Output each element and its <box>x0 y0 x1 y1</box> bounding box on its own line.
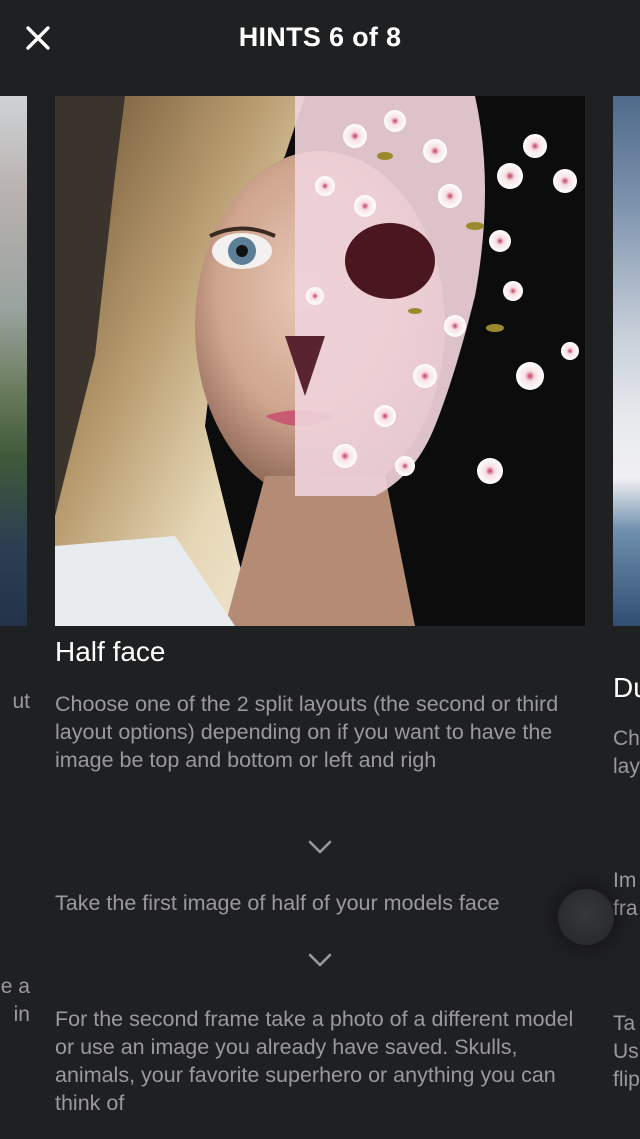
next-card-text: Us <box>613 1040 639 1063</box>
next-card-image[interactable] <box>613 96 640 626</box>
chevron-down-icon <box>308 840 332 854</box>
hint-title: Half face <box>55 636 166 667</box>
assistive-touch-button[interactable] <box>558 889 614 945</box>
hint-step-3: For the second frame take a photo of a d… <box>55 1007 574 1115</box>
hint-image <box>55 96 585 626</box>
previous-card-text: e a <box>0 975 30 998</box>
next-card-text: Im <box>613 869 637 892</box>
next-card-title: Du <box>613 672 640 703</box>
next-card-text: flip <box>613 1068 640 1091</box>
page-title: HINTS 6 of 8 <box>238 22 402 52</box>
next-card-text: fra <box>613 897 638 920</box>
previous-card-image[interactable] <box>0 96 27 626</box>
half-face-skull-photo <box>55 96 585 626</box>
hint-step-1: Choose one of the 2 split layouts (the s… <box>55 692 559 772</box>
hint-step-2: Take the first image of half of your mod… <box>55 891 500 915</box>
header-bar: HINTS 6 of 8 <box>0 0 640 78</box>
previous-card-text: in <box>13 1003 30 1026</box>
previous-card-text: ut <box>12 690 30 713</box>
next-card-text: Ta <box>613 1012 636 1035</box>
next-card-text: Ch <box>613 727 640 750</box>
next-card-text: lay <box>613 755 640 778</box>
chevron-down-icon <box>308 953 332 967</box>
